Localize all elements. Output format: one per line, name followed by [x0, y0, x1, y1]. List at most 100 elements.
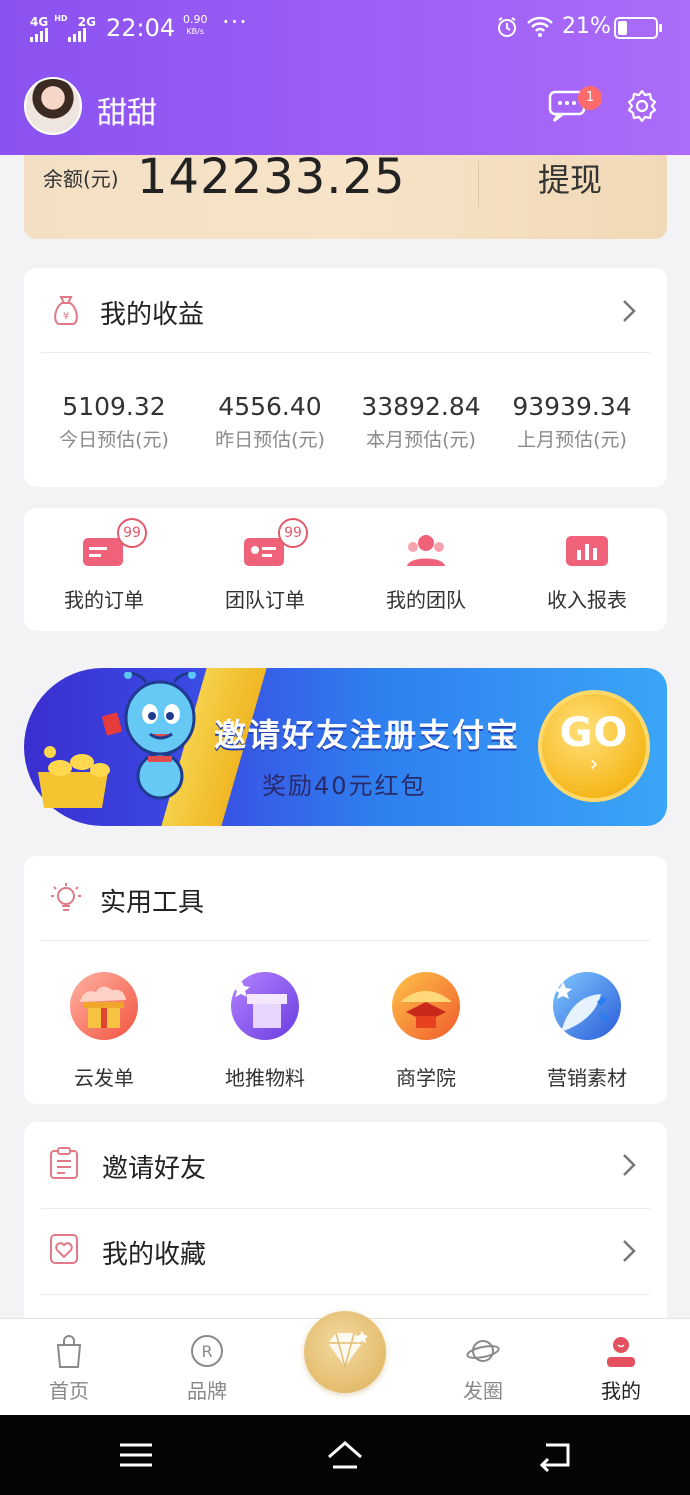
tab-me[interactable]: 我的: [552, 1319, 690, 1416]
quick-label: 团队订单: [225, 588, 305, 612]
stat-label: 上月预估(元): [517, 429, 627, 451]
diamond-button[interactable]: [304, 1311, 386, 1393]
network-speed: 0.90 KB/s: [183, 14, 208, 38]
tool-cloud-post[interactable]: 云发单: [24, 972, 184, 1091]
stat-value: 4556.40: [218, 392, 322, 421]
tool-promo-material[interactable]: 地推物料: [185, 972, 345, 1091]
tool-label: 地推物料: [225, 1066, 305, 1090]
stat-yesterday[interactable]: 4556.40 昨日预估(元): [190, 392, 350, 452]
money-bag-icon: ¥: [54, 296, 78, 325]
gift-cloud-icon: [70, 972, 138, 1040]
registered-icon: R: [191, 1335, 223, 1367]
bottom-tab-bar: 首页 R 品牌 发圈 我的: [0, 1311, 690, 1416]
menu-label: 我的收藏: [102, 1240, 207, 1270]
menu-invite-friends[interactable]: 邀请好友: [24, 1122, 667, 1208]
go-label: GO: [559, 710, 629, 756]
withdraw-button[interactable]: 提现: [538, 155, 602, 201]
stat-value: 5109.32: [62, 392, 166, 421]
balance-label: 余额(元): [43, 167, 119, 191]
signal-icon: [30, 28, 86, 42]
username[interactable]: 甜甜: [97, 88, 157, 132]
clipboard-icon: [50, 1147, 78, 1179]
tool-label: 云发单: [74, 1066, 134, 1090]
lightbulb-icon: [51, 883, 81, 911]
message-badge: 1: [578, 86, 602, 110]
team-icon: [403, 530, 449, 570]
user-active-icon: [607, 1337, 635, 1367]
tab-label: 发圈: [463, 1379, 503, 1403]
invite-banner[interactable]: 邀请好友注册支付宝 奖励40元红包 GO ›: [24, 668, 667, 826]
banner-subtitle: 奖励40元红包: [262, 772, 427, 800]
stat-label: 今日预估(元): [59, 429, 169, 451]
ant-mascot-icon: [124, 672, 196, 800]
menu-my-favorites[interactable]: 我的收藏: [24, 1208, 667, 1294]
wifi-icon: [527, 16, 553, 37]
quick-my-orders[interactable]: 99 我的订单: [24, 518, 184, 613]
quick-actions-card: 99 我的订单 99 团队订单 我的团队 收入报表: [24, 508, 667, 631]
earnings-header[interactable]: ¥ 我的收益: [24, 268, 667, 352]
quick-team-orders[interactable]: 99 团队订单: [185, 518, 345, 613]
graduation-cap-icon: [392, 972, 460, 1040]
speed-value: 0.90: [183, 13, 208, 26]
chevron-right-icon: [623, 1240, 636, 1262]
pinwheel-icon: [553, 972, 621, 1040]
divider: [41, 352, 650, 353]
tab-label: 品牌: [187, 1379, 227, 1403]
earnings-title: 我的收益: [100, 300, 205, 330]
header: 4G HD 2G 22:04 0.90 KB/s ··· 21% 甜甜 1: [0, 0, 690, 155]
network-indicator: 4G HD 2G: [30, 12, 102, 42]
tool-academy[interactable]: 商学院: [346, 972, 506, 1091]
quick-label: 我的订单: [64, 588, 144, 612]
system-navigation-bar: [0, 1415, 690, 1495]
diamond-icon: [328, 1331, 368, 1368]
gear-icon[interactable]: [624, 88, 660, 124]
quick-income-report[interactable]: 收入报表: [507, 530, 667, 613]
divider: [41, 940, 650, 941]
menu-label: 邀请好友: [102, 1154, 207, 1184]
planet-icon: [466, 1340, 500, 1362]
quick-label: 收入报表: [547, 588, 627, 612]
balance-amount: 142233.25: [137, 149, 406, 205]
speed-unit: KB/s: [186, 27, 205, 36]
clock: 22:04: [106, 14, 176, 42]
battery-icon: [614, 17, 662, 39]
stat-label: 本月预估(元): [366, 429, 476, 451]
tool-label: 营销素材: [547, 1066, 627, 1090]
menu-icon[interactable]: [116, 1437, 156, 1473]
tool-label: 商学院: [396, 1066, 456, 1090]
battery-percent: 21%: [562, 14, 611, 39]
tab-moments[interactable]: 发圈: [414, 1319, 552, 1416]
banner-title: 邀请好友注册支付宝: [214, 716, 521, 754]
alarm-icon: [498, 17, 516, 37]
easel-icon: [231, 972, 299, 1040]
stat-label: 昨日预估(元): [215, 429, 325, 451]
quick-my-team[interactable]: 我的团队: [346, 530, 506, 613]
id-card-icon: 99: [242, 518, 308, 570]
chevron-right-icon: [623, 1154, 636, 1176]
banner-go-button[interactable]: GO ›: [538, 690, 650, 802]
status-bar: 4G HD 2G 22:04 0.90 KB/s ··· 21%: [0, 0, 690, 56]
menu-card: 邀请好友 我的收藏: [24, 1122, 667, 1318]
balance-card: 余额(元) 142233.25 提现: [24, 149, 667, 239]
heart-icon: [50, 1234, 78, 1264]
network-2g-label: 2G: [77, 15, 96, 29]
stat-this-month[interactable]: 33892.84 本月预估(元): [341, 392, 501, 452]
stat-today[interactable]: 5109.32 今日预估(元): [34, 392, 194, 452]
svg-text:R: R: [201, 1342, 212, 1361]
tab-label: 我的: [601, 1379, 641, 1403]
order-card-icon: 99: [81, 518, 147, 570]
back-icon[interactable]: [536, 1437, 576, 1473]
tool-marketing-assets[interactable]: 营销素材: [507, 972, 667, 1091]
quick-label: 我的团队: [386, 588, 466, 612]
tab-home[interactable]: 首页: [0, 1319, 138, 1416]
order-badge: 99: [278, 518, 308, 548]
tab-brand[interactable]: R 品牌: [138, 1319, 276, 1416]
divider: [41, 1294, 650, 1295]
shopping-bag-icon: [56, 1335, 82, 1368]
stat-last-month[interactable]: 93939.34 上月预估(元): [492, 392, 652, 452]
svg-text:¥: ¥: [63, 311, 69, 322]
home-icon[interactable]: [325, 1437, 365, 1473]
balance-divider: [478, 161, 479, 207]
stat-value: 93939.34: [512, 392, 632, 421]
avatar[interactable]: [24, 77, 82, 135]
